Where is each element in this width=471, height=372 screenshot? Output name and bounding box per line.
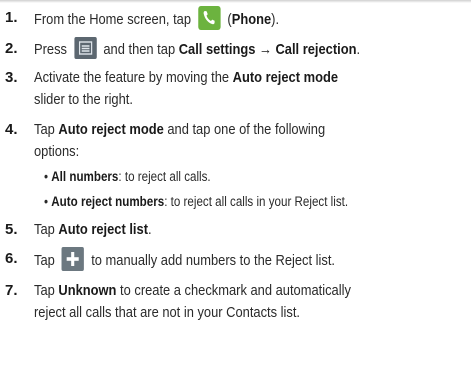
step-number: 5. <box>5 221 18 238</box>
instructions-page: 1. From the Home screen, tap (Phone). 2.… <box>0 0 471 372</box>
step-number: 7. <box>5 282 18 299</box>
step-number: 6. <box>5 250 18 267</box>
step-3-continued: slider to the right. <box>34 91 133 108</box>
step-number: 2. <box>5 40 18 57</box>
phone-icon <box>198 6 221 30</box>
bullet-item: • All numbers: to reject all calls. <box>44 169 211 184</box>
step-number: 1. <box>5 9 18 26</box>
step-7-continued: reject all calls that are not in your Co… <box>34 304 301 321</box>
step-number: 4. <box>5 121 18 138</box>
menu-icon <box>74 37 97 59</box>
plus-icon <box>61 247 85 271</box>
bullet-item: • Auto reject numbers: to reject all cal… <box>44 194 349 209</box>
step-number: 3. <box>5 69 18 86</box>
top-divider <box>0 0 471 3</box>
step-4-continued: options: <box>34 143 80 160</box>
